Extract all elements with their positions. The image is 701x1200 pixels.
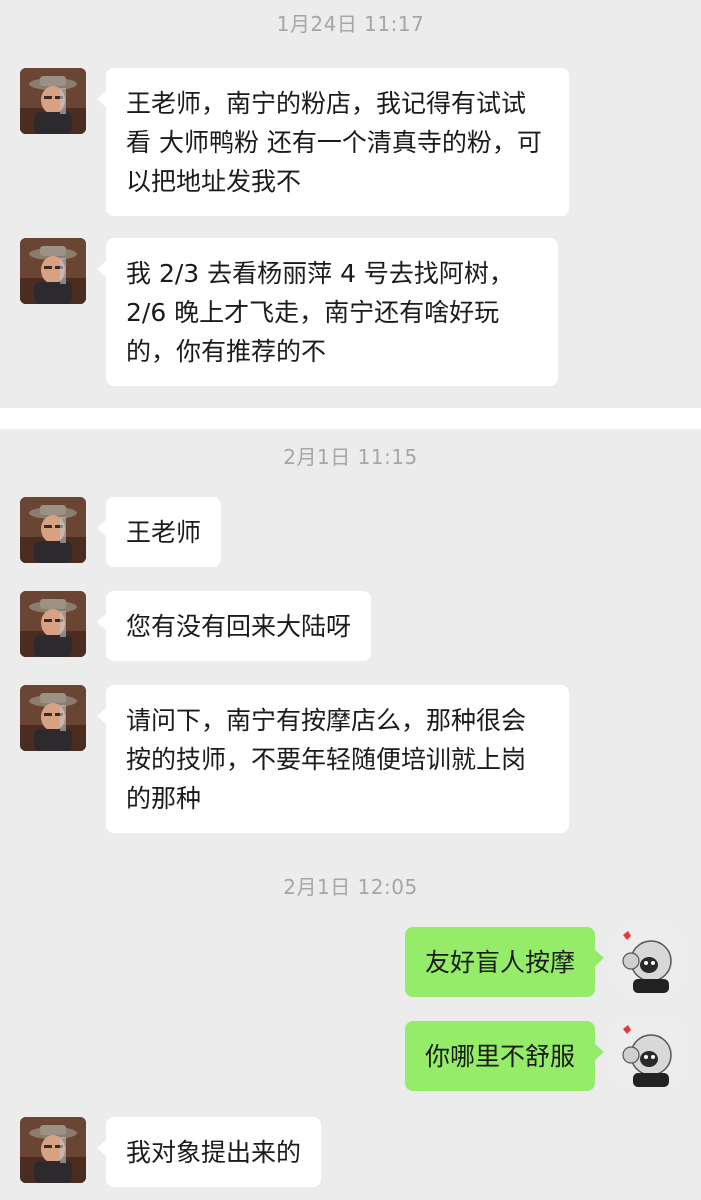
message-bubble[interactable]: 我对象提出来的: [97, 1117, 322, 1187]
avatar-photo-icon: [20, 591, 86, 657]
message-bubble[interactable]: 我 2/3 去看杨丽萍 4 号去找阿树，2/6 晚上才飞走，南宁还有啥好玩的，你…: [97, 238, 558, 386]
message-bubble-outgoing[interactable]: 你哪里不舒服: [404, 1021, 604, 1091]
message-text: 你哪里不舒服: [424, 1042, 575, 1071]
chat-section-2: 2月1日 11:15 王老师 您有没有回来大陆呀 请问下，南宁有按摩店么，那种很…: [0, 429, 701, 1200]
message-text: 我 2/3 去看杨丽萍 4 号去找阿树，2/6 晚上才飞走，南宁还有啥好玩的，你…: [126, 259, 514, 366]
avatar-photo-icon: [20, 685, 86, 751]
contact-avatar[interactable]: [20, 497, 86, 563]
message-text: 我对象提出来的: [126, 1138, 302, 1167]
chat-section-1: 1月24日 11:17 王老师，南宁的粉店，我记得有试试看 大师鸭粉 还有一个清…: [0, 0, 701, 408]
message-bubble[interactable]: 您有没有回来大陆呀: [97, 591, 372, 661]
timestamp: 1月24日 11:17: [276, 12, 425, 36]
message-text: 王老师: [126, 518, 202, 547]
contact-avatar[interactable]: [20, 238, 86, 304]
bubble-tail: [594, 949, 604, 967]
message-bubble[interactable]: 王老师: [97, 497, 222, 567]
bubble-tail: [97, 1139, 107, 1157]
message-bubble[interactable]: 王老师，南宁的粉店，我记得有试试看 大师鸭粉 还有一个清真寺的粉，可以把地址发我…: [97, 68, 569, 216]
avatar-photo-icon: [20, 238, 86, 304]
bubble-tail: [594, 1043, 604, 1061]
contact-avatar[interactable]: [20, 685, 86, 751]
timestamp: 2月1日 12:05: [283, 875, 418, 899]
message-bubble[interactable]: 请问下，南宁有按摩店么，那种很会按的技师，不要年轻随便培训就上岗的那种: [97, 685, 569, 833]
message-bubble-outgoing[interactable]: 友好盲人按摩: [404, 927, 604, 997]
section-divider: [0, 408, 701, 429]
bubble-tail: [97, 613, 107, 631]
contact-avatar[interactable]: [20, 1117, 86, 1183]
contact-avatar[interactable]: [20, 591, 86, 657]
avatar-cartoon-icon: [615, 1021, 681, 1087]
message-text: 王老师，南宁的粉店，我记得有试试看 大师鸭粉 还有一个清真寺的粉，可以把地址发我…: [126, 89, 542, 196]
my-avatar[interactable]: [615, 927, 681, 993]
message-text: 请问下，南宁有按摩店么，那种很会按的技师，不要年轻随便培训就上岗的那种: [126, 706, 527, 813]
avatar-photo-icon: [20, 1117, 86, 1183]
bubble-tail: [97, 90, 107, 108]
bubble-tail: [97, 260, 107, 278]
bubble-tail: [97, 519, 107, 537]
timestamp: 2月1日 11:15: [283, 445, 418, 469]
bubble-tail: [97, 707, 107, 725]
avatar-cartoon-icon: [615, 927, 681, 993]
message-text: 友好盲人按摩: [424, 948, 575, 977]
my-avatar[interactable]: [615, 1021, 681, 1087]
avatar-photo-icon: [20, 68, 86, 134]
avatar-photo-icon: [20, 497, 86, 563]
message-text: 您有没有回来大陆呀: [126, 612, 352, 641]
contact-avatar[interactable]: [20, 68, 86, 134]
